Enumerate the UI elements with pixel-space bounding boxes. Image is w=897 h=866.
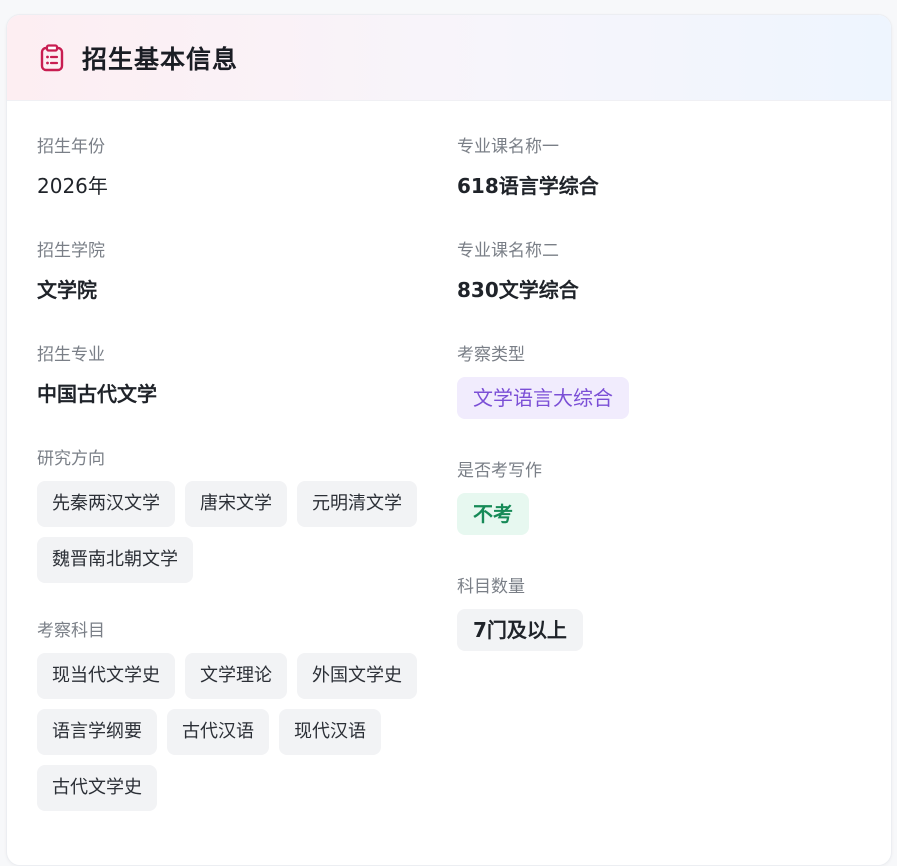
tag: 外国文学史	[297, 653, 417, 699]
tag: 魏晋南北朝文学	[37, 537, 193, 583]
field-year: 招生年份 2026年	[37, 135, 457, 199]
exam-type-badge: 文学语言大综合	[457, 377, 629, 419]
field-subject-count: 科目数量 7门及以上	[457, 575, 861, 691]
field-value: 2026年	[37, 174, 108, 198]
subject-tags: 现当代文学史 文学理论 外国文学史 语言学纲要 古代汉语 现代汉语 古代文学史	[37, 653, 457, 821]
card-header: 招生基本信息	[7, 15, 891, 101]
tag: 文学理论	[185, 653, 287, 699]
field-value: 618语言学综合	[457, 174, 599, 198]
writing-badge: 不考	[457, 493, 529, 535]
tag: 元明清文学	[297, 481, 417, 527]
field-label: 科目数量	[457, 577, 525, 597]
card-body: 招生年份 2026年 招生学院 文学院 招生专业 中国古代文学 研究方向 先秦两…	[7, 101, 891, 847]
direction-tags: 先秦两汉文学 唐宋文学 元明清文学 魏晋南北朝文学	[37, 481, 457, 593]
field-course1: 专业课名称一 618语言学综合	[457, 135, 861, 199]
field-label: 考察类型	[457, 345, 525, 365]
tag: 现当代文学史	[37, 653, 175, 699]
tag: 语言学纲要	[37, 709, 157, 755]
field-label: 专业课名称二	[457, 241, 559, 261]
admission-info-card: 招生基本信息 招生年份 2026年 招生学院 文学院 招生专业 中国古代文学 研…	[6, 14, 892, 866]
field-label: 招生学院	[37, 241, 105, 261]
subject-count-badge: 7门及以上	[457, 609, 583, 651]
field-label: 是否考写作	[457, 461, 542, 481]
field-value: 830文学综合	[457, 278, 579, 302]
left-column: 招生年份 2026年 招生学院 文学院 招生专业 中国古代文学 研究方向 先秦两…	[37, 135, 457, 847]
field-value: 中国古代文学	[37, 382, 157, 406]
field-value: 文学院	[37, 278, 97, 302]
clipboard-icon	[38, 43, 66, 72]
right-column: 专业课名称一 618语言学综合 专业课名称二 830文学综合 考察类型 文学语言…	[457, 135, 861, 847]
field-label: 专业课名称一	[457, 137, 559, 157]
field-label: 考察科目	[37, 621, 105, 641]
tag: 现代汉语	[279, 709, 381, 755]
card-title: 招生基本信息	[82, 44, 239, 74]
field-label: 招生专业	[37, 345, 105, 365]
tag: 古代汉语	[167, 709, 269, 755]
field-directions: 研究方向 先秦两汉文学 唐宋文学 元明清文学 魏晋南北朝文学	[37, 447, 457, 593]
tag: 唐宋文学	[185, 481, 287, 527]
tag: 先秦两汉文学	[37, 481, 175, 527]
field-writing: 是否考写作 不考	[457, 459, 861, 575]
field-course2: 专业课名称二 830文学综合	[457, 239, 861, 303]
field-major: 招生专业 中国古代文学	[37, 343, 457, 407]
tag: 古代文学史	[37, 765, 157, 811]
field-label: 研究方向	[37, 449, 105, 469]
field-subjects: 考察科目 现当代文学史 文学理论 外国文学史 语言学纲要 古代汉语 现代汉语 古…	[37, 619, 457, 821]
field-label: 招生年份	[37, 137, 105, 157]
field-exam-type: 考察类型 文学语言大综合	[457, 343, 861, 459]
field-college: 招生学院 文学院	[37, 239, 457, 303]
